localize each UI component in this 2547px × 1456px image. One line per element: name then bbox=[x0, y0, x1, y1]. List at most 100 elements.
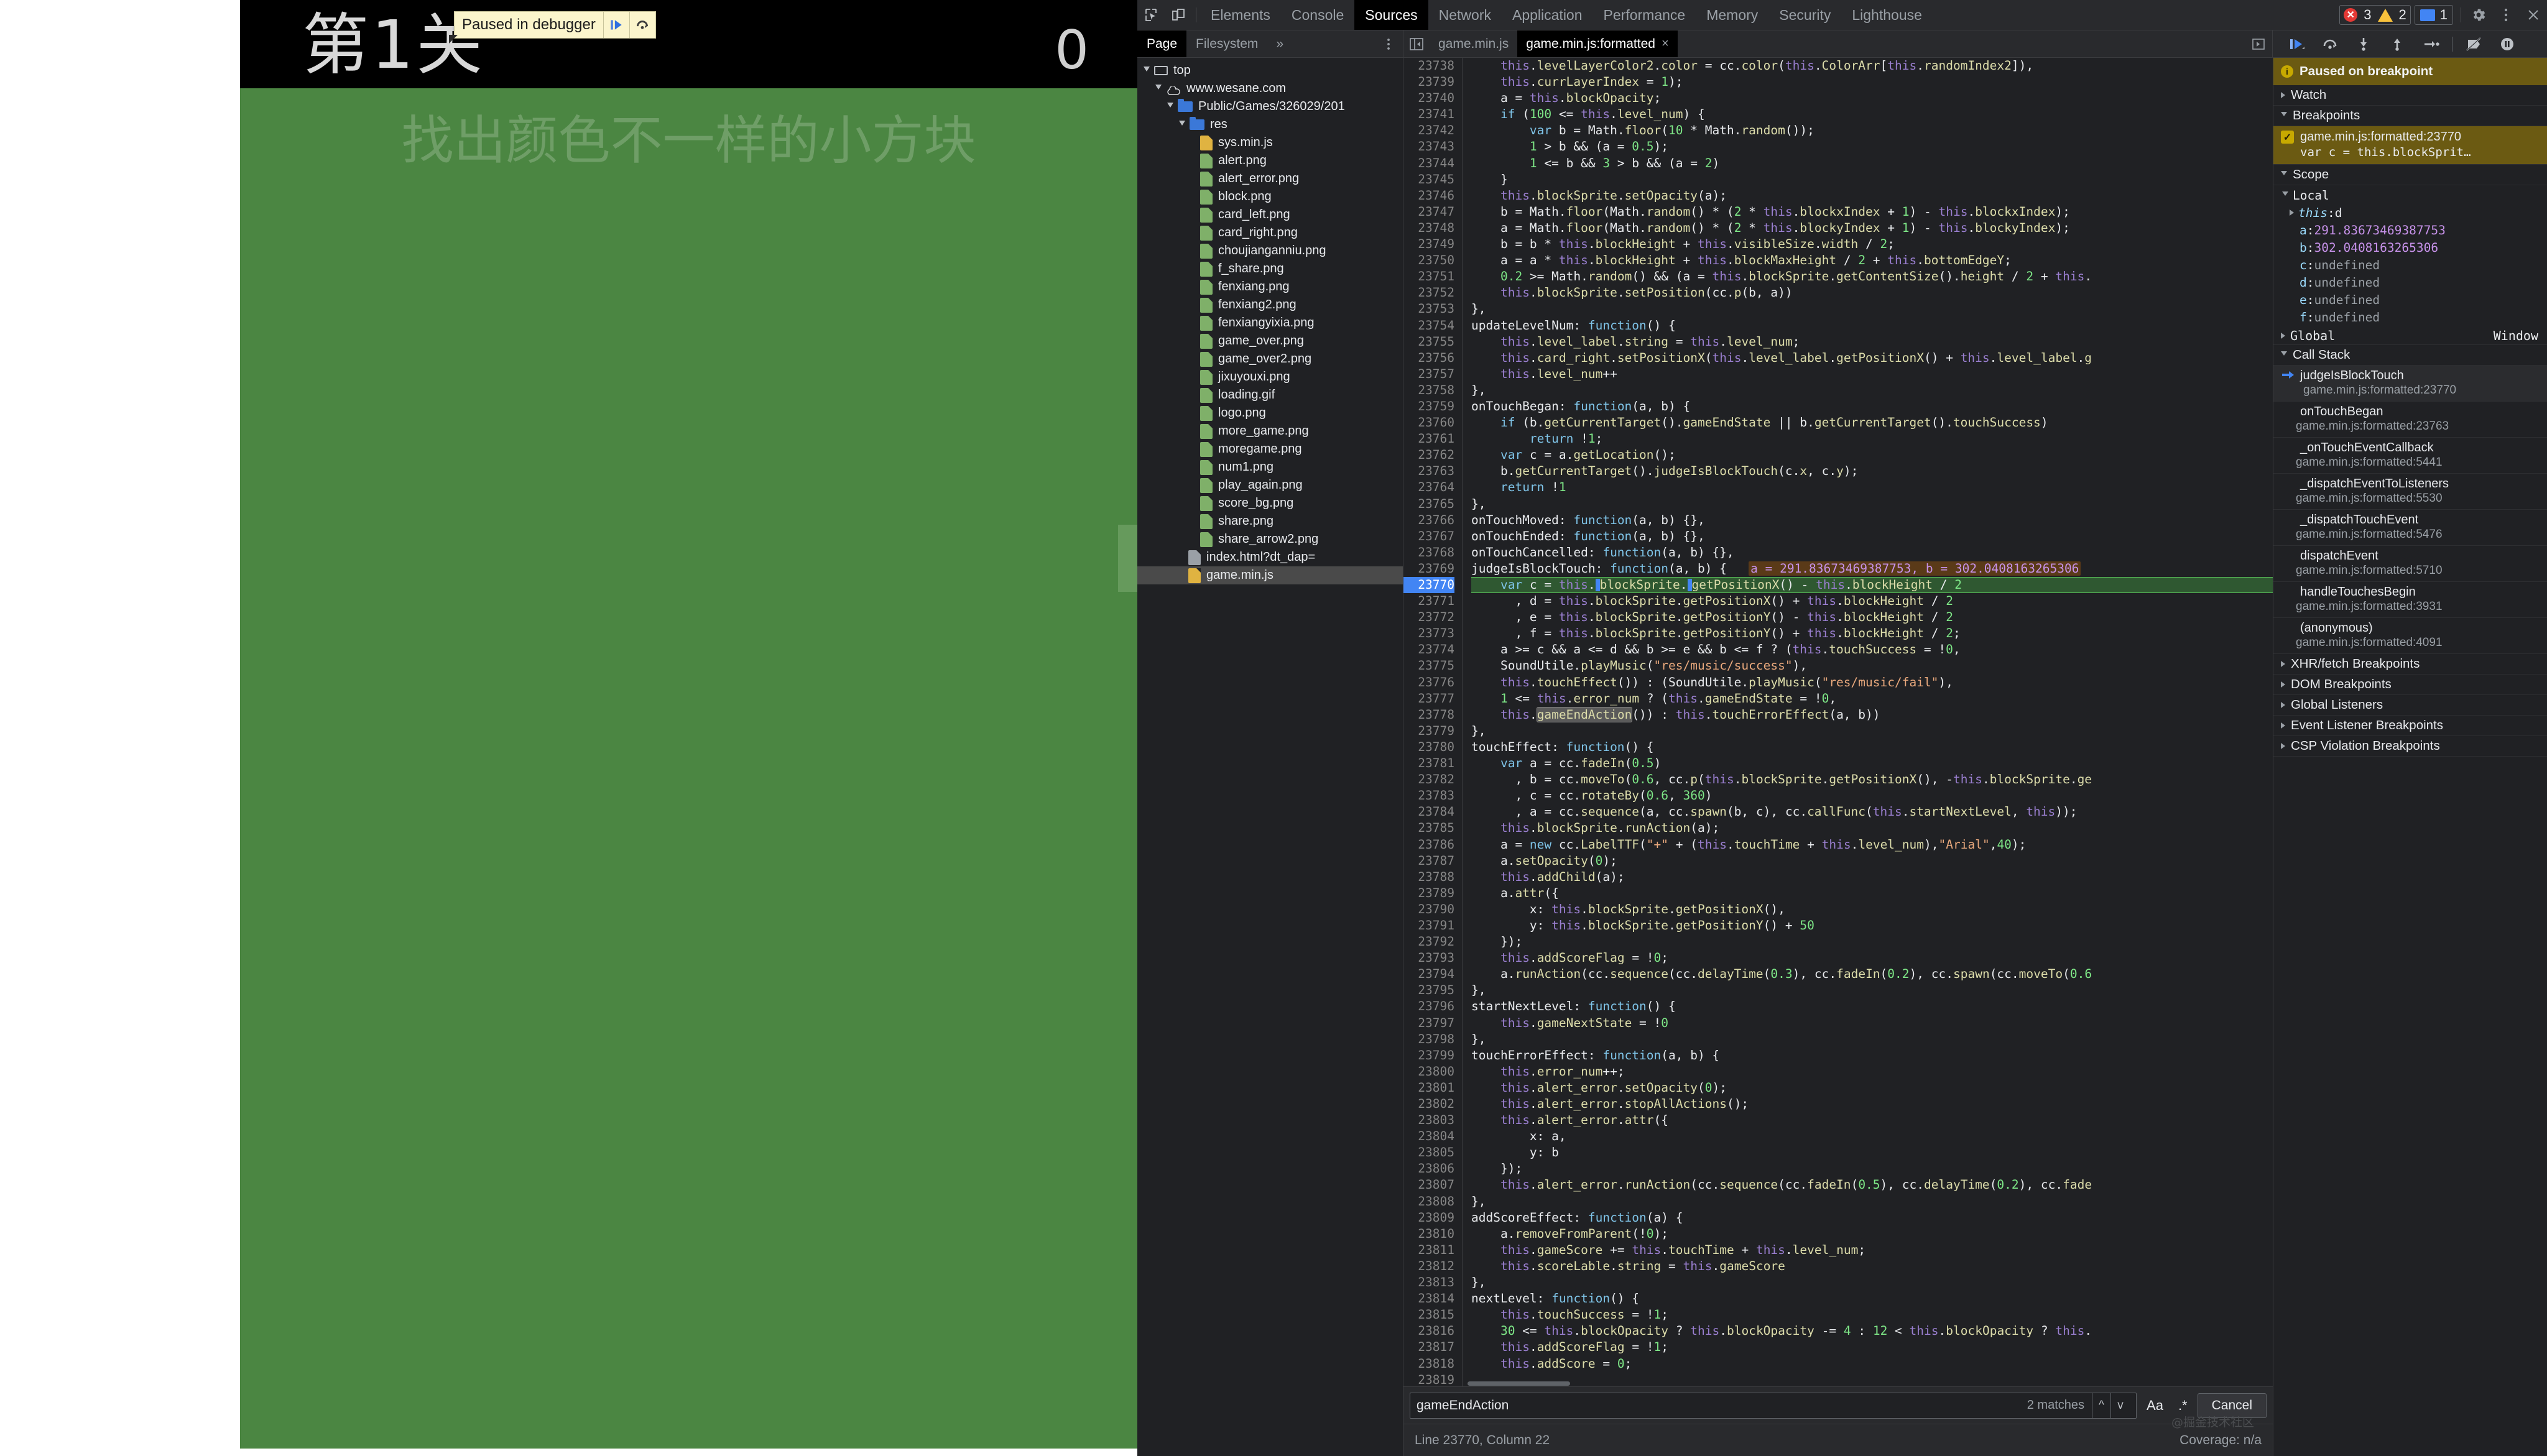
tree-item[interactable]: loading.gif bbox=[1137, 386, 1403, 404]
line-number[interactable]: 23780 bbox=[1403, 739, 1454, 755]
step-over-icon[interactable] bbox=[2315, 30, 2345, 58]
tab-elements[interactable]: Elements bbox=[1200, 0, 1281, 30]
tree-item[interactable]: share_arrow2.png bbox=[1137, 530, 1403, 548]
line-number[interactable]: 23746 bbox=[1403, 188, 1454, 204]
breakpoints-section-header[interactable]: Breakpoints bbox=[2273, 106, 2547, 126]
tab-network[interactable]: Network bbox=[1428, 0, 1502, 30]
code-line[interactable]: a.removeFromParent(!0); bbox=[1471, 1226, 2273, 1242]
navigator-more-tabs[interactable]: » bbox=[1267, 30, 1292, 57]
line-number[interactable]: 23769 bbox=[1403, 561, 1454, 577]
line-number[interactable]: 23755 bbox=[1403, 334, 1454, 350]
chevron-down-icon[interactable] bbox=[1144, 67, 1150, 75]
chevron-down-icon[interactable] bbox=[1167, 103, 1173, 111]
line-number[interactable]: 23786 bbox=[1403, 837, 1454, 853]
line-number[interactable]: 23750 bbox=[1403, 252, 1454, 269]
game-canvas[interactable]: 第1关 0 找出颜色不一样的小方块 bbox=[240, 0, 1137, 1449]
code-line[interactable]: 30 <= this.blockOpacity ? this.blockOpac… bbox=[1471, 1323, 2273, 1339]
code-line[interactable]: touchErrorEffect: function(a, b) { bbox=[1471, 1048, 2273, 1064]
code-line[interactable]: onTouchMoved: function(a, b) {}, bbox=[1471, 512, 2273, 528]
line-number[interactable]: 23806 bbox=[1403, 1161, 1454, 1177]
code-line[interactable]: judgeIsBlockTouch: function(a, b) { a = … bbox=[1471, 561, 2273, 577]
banner-resume-icon[interactable] bbox=[603, 12, 629, 38]
code-line[interactable]: this.blockSprite.setOpacity(a); bbox=[1471, 188, 2273, 204]
line-number[interactable]: 23800 bbox=[1403, 1064, 1454, 1080]
scope-variable-row[interactable]: f: undefined bbox=[2273, 308, 2547, 326]
code-line[interactable]: y: b bbox=[1471, 1145, 2273, 1161]
tab-lighthouse[interactable]: Lighthouse bbox=[1841, 0, 1933, 30]
scope-variable-row[interactable]: c: undefined bbox=[2273, 256, 2547, 274]
line-number[interactable]: 23791 bbox=[1403, 918, 1454, 934]
line-number[interactable]: 23813 bbox=[1403, 1274, 1454, 1291]
scope-variable-row[interactable]: d: undefined bbox=[2273, 274, 2547, 291]
code-line[interactable]: this.gameNextState = !0 bbox=[1471, 1015, 2273, 1031]
tree-item[interactable]: www.wesane.com bbox=[1137, 80, 1403, 98]
line-number[interactable]: 23810 bbox=[1403, 1226, 1454, 1242]
code-line[interactable]: touchEffect: function() { bbox=[1471, 739, 2273, 755]
search-field-wrapper[interactable]: 2 matches ^ v bbox=[1410, 1392, 2137, 1419]
file-navigator[interactable]: top www.wesane.com Public/Games/326029/201… bbox=[1137, 58, 1403, 1456]
code-line[interactable]: this.alert_error.attr({ bbox=[1471, 1112, 2273, 1128]
code-line[interactable]: y: this.blockSprite.getPositionY() + 50 bbox=[1471, 918, 2273, 934]
code-line[interactable]: a.attr({ bbox=[1471, 885, 2273, 901]
line-number[interactable]: 23779 bbox=[1403, 723, 1454, 739]
call-stack-frame[interactable]: _onTouchEventCallback game.min.js:formatt… bbox=[2273, 438, 2547, 474]
code-line[interactable]: a = Math.floor(Math.random() * (2 * this… bbox=[1471, 220, 2273, 236]
device-toolbar-icon[interactable] bbox=[1165, 0, 1192, 30]
code-line[interactable]: a >= c && a <= d && b >= e && b <= f ? (… bbox=[1471, 642, 2273, 658]
code-content[interactable]: this.levelLayerColor2.color = cc.color(t… bbox=[1463, 58, 2273, 1386]
code-line[interactable]: }, bbox=[1471, 982, 2273, 998]
line-number[interactable]: 23765 bbox=[1403, 496, 1454, 512]
banner-step-over-icon[interactable] bbox=[629, 12, 655, 38]
line-number[interactable]: 23738 bbox=[1403, 58, 1454, 74]
code-line[interactable]: var a = cc.fadeIn(0.5) bbox=[1471, 755, 2273, 772]
line-number[interactable]: 23778 bbox=[1403, 707, 1454, 723]
code-line[interactable]: this.alert_error.runAction(cc.sequence(c… bbox=[1471, 1177, 2273, 1193]
code-line[interactable]: 1 <= b && 3 > b && (a = 2) bbox=[1471, 155, 2273, 172]
close-icon[interactable] bbox=[2520, 0, 2547, 30]
tree-item[interactable]: index.html?dt_dap= bbox=[1137, 548, 1403, 566]
line-number[interactable]: 23783 bbox=[1403, 788, 1454, 804]
line-number[interactable]: 23803 bbox=[1403, 1112, 1454, 1128]
code-line[interactable]: a = a * this.blockHeight + this.blockMax… bbox=[1471, 252, 2273, 269]
line-number[interactable]: 23807 bbox=[1403, 1177, 1454, 1193]
tree-item[interactable]: fenxiang.png bbox=[1137, 278, 1403, 296]
chevron-down-icon[interactable]: v bbox=[2111, 1393, 2130, 1418]
scope-variable-row[interactable]: e: undefined bbox=[2273, 291, 2547, 308]
code-line[interactable]: this.level_num++ bbox=[1471, 366, 2273, 382]
chevron-down-icon[interactable] bbox=[1155, 85, 1162, 93]
code-line[interactable]: }, bbox=[1471, 1031, 2273, 1048]
breakpoint-item[interactable]: ✓ game.min.js:formatted:23770 var c = th… bbox=[2273, 126, 2547, 165]
line-number[interactable]: 23742 bbox=[1403, 122, 1454, 139]
code-line[interactable]: , b = cc.moveTo(0.6, cc.p(this.blockSpri… bbox=[1471, 772, 2273, 788]
code-line[interactable]: updateLevelNum: function() { bbox=[1471, 318, 2273, 334]
call-stack-frame[interactable]: _dispatchTouchEvent game.min.js:formatted… bbox=[2273, 510, 2547, 546]
code-line[interactable]: b = Math.floor(Math.random() * (2 * this… bbox=[1471, 204, 2273, 220]
tab-console[interactable]: Console bbox=[1281, 0, 1354, 30]
line-number[interactable]: 23798 bbox=[1403, 1031, 1454, 1048]
tree-item[interactable]: game_over.png bbox=[1137, 332, 1403, 350]
line-number[interactable]: 23770 bbox=[1403, 577, 1454, 594]
line-number[interactable]: 23784 bbox=[1403, 804, 1454, 820]
line-number[interactable]: 23760 bbox=[1403, 415, 1454, 431]
issues-counters[interactable]: ✕ 3 2 bbox=[2339, 5, 2411, 25]
call-stack-frame[interactable]: handleTouchesBegin game.min.js:formatted:… bbox=[2273, 582, 2547, 618]
line-number[interactable]: 23805 bbox=[1403, 1145, 1454, 1161]
sidebar-accordion-header[interactable]: CSP Violation Breakpoints bbox=[2273, 736, 2547, 757]
call-stack-frame[interactable]: dispatchEvent game.min.js:formatted:5710 bbox=[2273, 546, 2547, 582]
code-line[interactable]: this.scoreLable.string = this.gameScore bbox=[1471, 1258, 2273, 1274]
chevron-right-icon[interactable] bbox=[2290, 210, 2294, 216]
line-number[interactable]: 23797 bbox=[1403, 1015, 1454, 1031]
more-vertical-icon[interactable] bbox=[2492, 0, 2520, 30]
line-number[interactable]: 23817 bbox=[1403, 1339, 1454, 1355]
line-number[interactable]: 23772 bbox=[1403, 609, 1454, 625]
line-number[interactable]: 23757 bbox=[1403, 366, 1454, 382]
code-line[interactable]: this.error_num++; bbox=[1471, 1064, 2273, 1080]
code-line[interactable]: }, bbox=[1471, 1194, 2273, 1210]
line-number-gutter[interactable]: 23738 23739 23740 23741 23742 23743 23744 23745… bbox=[1403, 58, 1463, 1386]
close-icon[interactable]: × bbox=[1662, 37, 1669, 51]
line-number[interactable]: 23782 bbox=[1403, 772, 1454, 788]
code-line[interactable]: }); bbox=[1471, 1161, 2273, 1177]
code-line[interactable]: var c = this. blockSprite. getPositionX() … bbox=[1471, 577, 2273, 594]
step-out-icon[interactable] bbox=[2382, 30, 2412, 58]
code-line[interactable]: }, bbox=[1471, 496, 2273, 512]
